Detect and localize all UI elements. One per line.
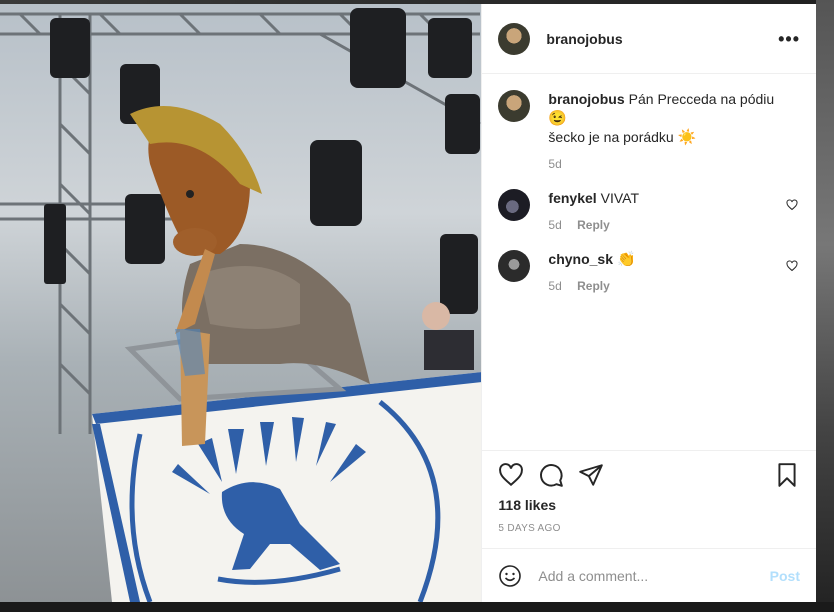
caption-line2: šecko je na porádku: [548, 129, 674, 145]
bookmark-icon[interactable]: [774, 462, 800, 488]
add-comment-bar: Post: [482, 548, 816, 602]
background-feed-strip: [816, 0, 834, 612]
comment-item: fenykel VIVAT 5d Reply: [498, 189, 800, 232]
wink-emoji-icon: 😉: [548, 110, 568, 127]
comment-body: chyno_sk 👏 5d Reply: [548, 250, 800, 293]
sun-emoji-icon: ☀️: [677, 129, 697, 146]
comment-username[interactable]: chyno_sk: [548, 251, 613, 267]
comment-body: fenykel VIVAT 5d Reply: [548, 189, 800, 232]
caption-age[interactable]: 5d: [548, 157, 561, 171]
background-feed-bottom: [0, 602, 834, 612]
comments-list: branojobus Pán Precceda na pódiu 😉 šecko …: [482, 74, 816, 450]
comment-age[interactable]: 5d: [548, 279, 561, 293]
caption-username[interactable]: branojobus: [548, 91, 624, 107]
comment-input[interactable]: [536, 566, 770, 585]
comment-avatar[interactable]: [498, 189, 531, 221]
caption-avatar[interactable]: [498, 90, 531, 122]
post-comment-button[interactable]: Post: [770, 568, 800, 584]
smiley-icon[interactable]: [498, 564, 522, 588]
post-side-panel: branojobus ••• branojobus Pán Precceda na…: [481, 4, 816, 602]
post-modal: branojobus ••• branojobus Pán Precceda na…: [0, 4, 816, 602]
share-icon[interactable]: [578, 462, 604, 488]
caption-body: branojobus Pán Precceda na pódiu 😉 šecko …: [548, 90, 800, 171]
comment-age[interactable]: 5d: [548, 218, 561, 232]
comment-item: chyno_sk 👏 5d Reply: [498, 250, 800, 293]
author-avatar[interactable]: [498, 22, 531, 55]
caption-comment: branojobus Pán Precceda na pódiu 😉 šecko …: [498, 90, 800, 171]
comment-avatar[interactable]: [498, 250, 531, 282]
heart-icon[interactable]: [498, 462, 524, 488]
comment-text: fenykel VIVAT: [548, 189, 780, 208]
post-actions: 118 likes 5 DAYS AGO: [482, 450, 816, 548]
comment-text: chyno_sk 👏: [548, 250, 780, 269]
post-photo[interactable]: [0, 4, 482, 602]
reply-button[interactable]: Reply: [577, 218, 610, 232]
comment-message: VIVAT: [600, 190, 640, 206]
post-header: branojobus •••: [482, 4, 816, 74]
clap-emoji-icon: 👏: [617, 251, 636, 268]
likes-count[interactable]: 118 likes: [498, 497, 800, 513]
post-photo-illustration: [0, 8, 482, 602]
action-icons-row: [498, 461, 800, 489]
post-date[interactable]: 5 DAYS AGO: [498, 523, 800, 548]
comment-like-heart-icon[interactable]: [786, 260, 798, 272]
comment-username[interactable]: fenykel: [548, 190, 596, 206]
comment-meta: 5d Reply: [548, 218, 780, 232]
comment-icon[interactable]: [538, 462, 564, 488]
author-username[interactable]: branojobus: [546, 31, 622, 47]
comment-meta: 5d Reply: [548, 279, 780, 293]
caption-line1: Pán Precceda na pódiu: [628, 91, 775, 107]
reply-button[interactable]: Reply: [577, 279, 610, 293]
comment-like-heart-icon[interactable]: [786, 199, 798, 211]
caption-text: branojobus Pán Precceda na pódiu 😉 šecko …: [548, 90, 780, 147]
caption-meta: 5d: [548, 157, 780, 171]
more-horizontal-icon[interactable]: •••: [778, 30, 800, 48]
